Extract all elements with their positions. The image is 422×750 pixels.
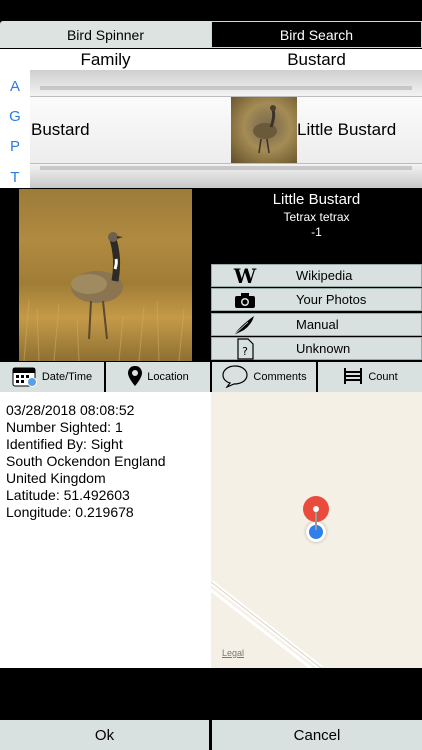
bird-photo[interactable]: [19, 189, 192, 361]
alphabet-index[interactable]: A G P T: [0, 70, 30, 188]
wikipedia-icon: W: [212, 267, 278, 285]
wikipedia-button[interactable]: W Wikipedia: [211, 264, 422, 287]
tab-date-time[interactable]: Date/Time: [0, 362, 104, 392]
bird-scientific-name: Tetrax tetrax: [283, 210, 350, 224]
bird-common-name: Little Bustard: [272, 191, 361, 208]
manual-label: Manual: [296, 317, 339, 332]
location-pin-icon: [127, 365, 143, 390]
count-label: Count: [368, 371, 398, 383]
detail-date-time: 03/28/2018 08:08:52: [6, 402, 135, 418]
tab-bird-spinner[interactable]: Bird Spinner: [0, 21, 211, 48]
picker-divider: [40, 86, 412, 90]
selected-bird-label[interactable]: Little Bustard: [297, 120, 396, 140]
selected-bird-thumbnail: [231, 97, 297, 163]
bird-column-header: Bustard: [287, 50, 346, 69]
location-pin-marker[interactable]: [302, 496, 330, 537]
map-legal-link[interactable]: Legal: [222, 648, 244, 658]
index-letter-p[interactable]: P: [0, 138, 30, 155]
camera-icon: [212, 291, 278, 309]
detail-identified-by: Identified By: Sight: [6, 436, 123, 452]
detail-longitude: Longitude: 0.219678: [6, 504, 134, 520]
selected-family-label[interactable]: Bustard: [31, 120, 90, 140]
date-time-label: Date/Time: [41, 371, 93, 383]
picker-row-above: [30, 70, 422, 96]
tab-count[interactable]: Count: [318, 362, 422, 392]
cancel-button[interactable]: Cancel: [212, 720, 422, 750]
info-tab-bar: Date/Time Location Comments Count: [0, 362, 422, 392]
speech-bubble-icon: [221, 364, 249, 391]
your-photos-button[interactable]: Your Photos: [211, 288, 422, 311]
index-letter-a[interactable]: A: [0, 78, 30, 95]
tab-comments[interactable]: Comments: [212, 362, 316, 392]
svg-text:?: ?: [242, 345, 248, 358]
location-label: Location: [147, 371, 189, 383]
tab-bird-search[interactable]: Bird Search: [211, 21, 422, 48]
wikipedia-label: Wikipedia: [296, 268, 353, 283]
bird-number: -1: [311, 225, 322, 239]
tab-location[interactable]: Location: [106, 362, 210, 392]
unknown-label: Unknown: [296, 341, 351, 356]
question-document-icon: ?: [212, 337, 278, 360]
index-letter-t[interactable]: T: [0, 169, 30, 186]
map-view[interactable]: Legal: [211, 392, 422, 668]
feather-icon: [212, 314, 278, 336]
detail-latitude: Latitude: 51.492603: [6, 487, 130, 503]
your-photos-label: Your Photos: [296, 292, 367, 307]
index-letter-g[interactable]: G: [0, 108, 30, 125]
picker-column-headers: Family Bustard: [0, 49, 422, 70]
svg-text:W: W: [233, 267, 257, 285]
unknown-button[interactable]: ? Unknown: [211, 337, 422, 360]
sighting-details: 03/28/2018 08:08:52 Number Sighted: 1 Id…: [0, 392, 211, 668]
detail-number-sighted: Number Sighted: 1: [6, 419, 123, 435]
picker-divider: [40, 166, 412, 170]
count-icon: [342, 366, 364, 389]
detail-country: United Kingdom: [6, 470, 106, 486]
family-column-header: Family: [80, 50, 131, 69]
calendar-icon: [12, 365, 38, 390]
ok-button[interactable]: Ok: [0, 720, 209, 750]
comments-label: Comments: [253, 371, 307, 383]
detail-location-name: South Ockendon England: [6, 453, 166, 469]
manual-button[interactable]: Manual: [211, 313, 422, 336]
